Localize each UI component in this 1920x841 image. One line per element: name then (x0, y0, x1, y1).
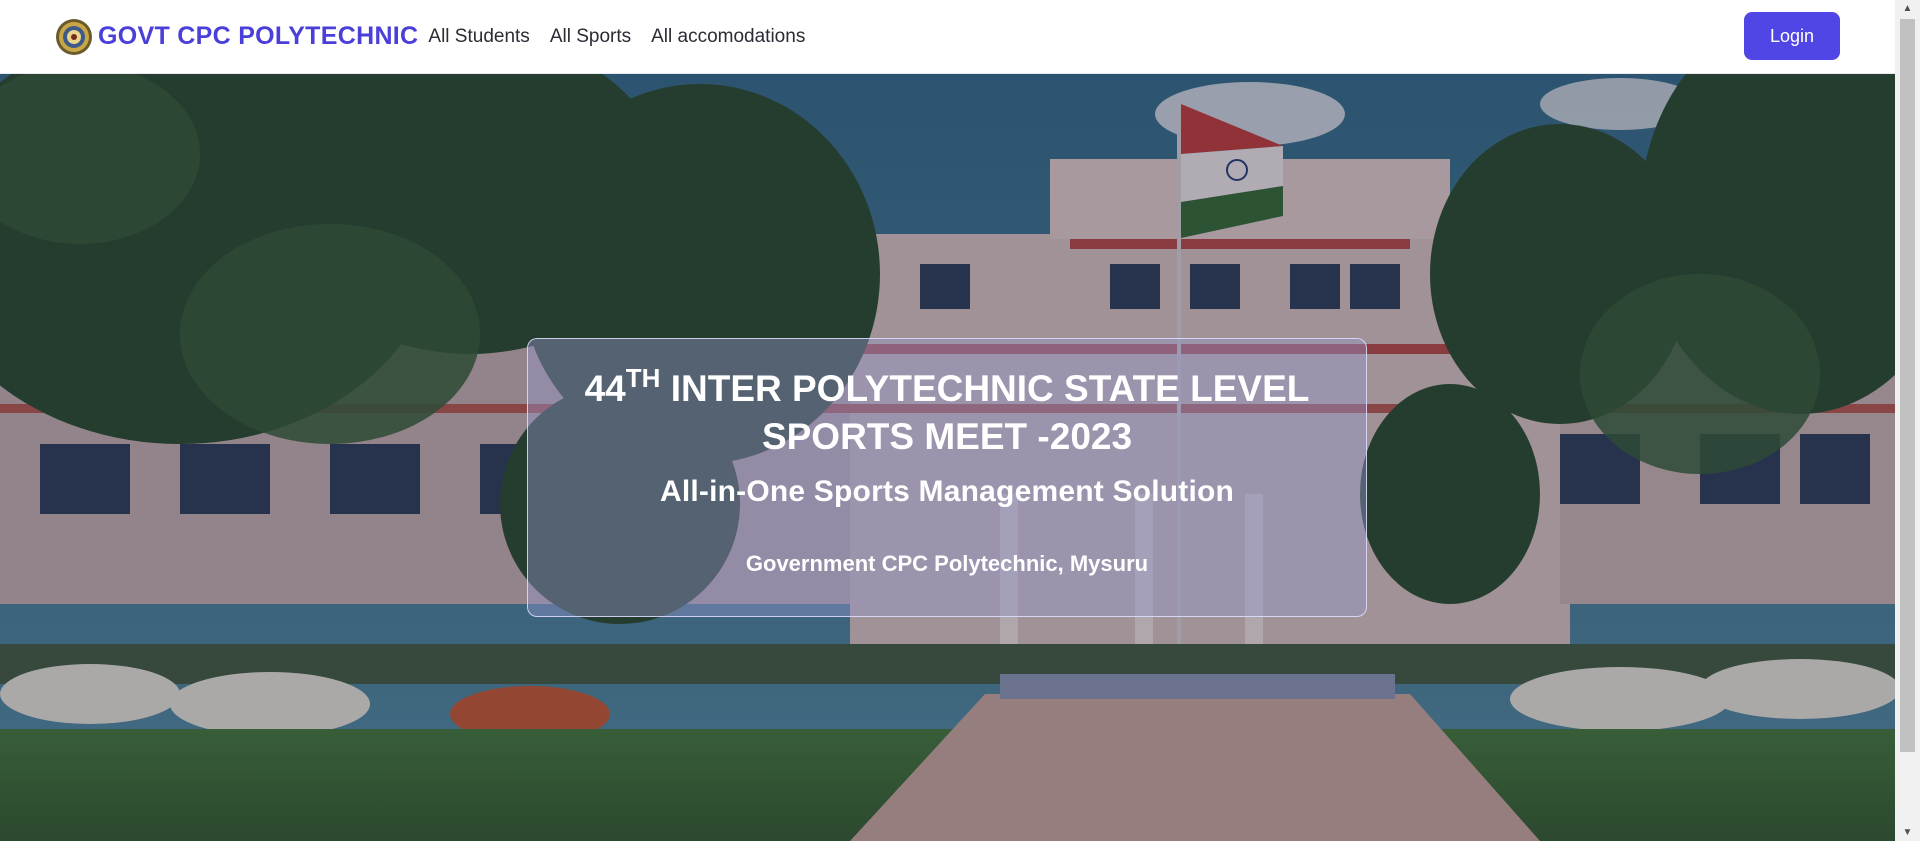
hero-subtitle: All-in-One Sports Management Solution (659, 475, 1235, 508)
triangle-up-icon[interactable]: ▲ (1895, 0, 1920, 17)
hero-location: Government CPC Polytechnic, Mysuru (745, 551, 1149, 576)
nav-links: All Students All Sports All accomodation… (428, 26, 825, 48)
nav-link-all-accomodations[interactable]: All accomodations (651, 26, 805, 48)
vertical-scrollbar[interactable]: ▲ ▼ (1895, 0, 1920, 841)
title-line-1: INTER POLYTECHNIC STATE LEVEL (670, 368, 1310, 409)
nav-link-all-students[interactable]: All Students (428, 26, 529, 48)
hero-card: 44TH INTER POLYTECHNIC STATE LEVEL SPORT… (527, 338, 1367, 617)
triangle-down-icon[interactable]: ▼ (1895, 824, 1920, 841)
brand-name: GOVT CPC POLYTECHNIC (98, 22, 419, 50)
title-number: 44 (584, 368, 626, 409)
navbar: GOVT CPC POLYTECHNIC All Students All Sp… (0, 0, 1895, 74)
college-emblem-icon (56, 18, 92, 55)
title-line-2: SPORTS MEET -2023 (761, 416, 1133, 457)
hero-title: 44TH INTER POLYTECHNIC STATE LEVEL SPORT… (568, 365, 1326, 461)
hero-section: 44TH INTER POLYTECHNIC STATE LEVEL SPORT… (0, 74, 1895, 841)
nav-link-all-sports[interactable]: All Sports (550, 26, 631, 48)
title-suffix: TH (625, 363, 661, 393)
brand-link[interactable]: GOVT CPC POLYTECHNIC (55, 18, 418, 56)
scrollbar-thumb[interactable] (1900, 19, 1915, 752)
login-button[interactable]: Login (1744, 12, 1840, 60)
